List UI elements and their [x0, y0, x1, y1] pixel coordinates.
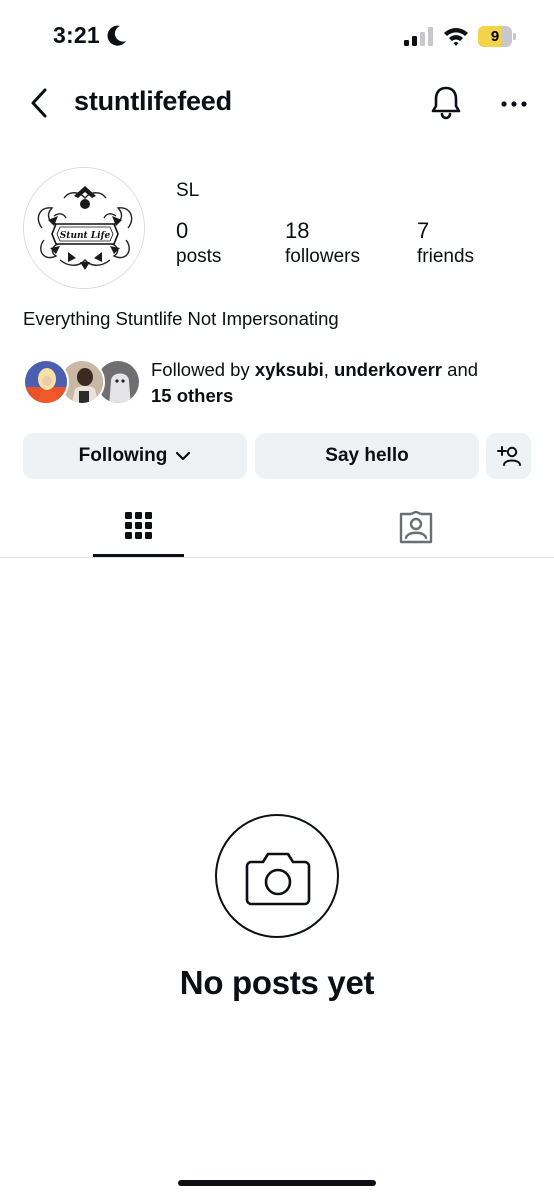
stat-followers[interactable]: 18 followers	[285, 218, 360, 270]
mutual-follower-2[interactable]: underkoverr	[334, 359, 442, 380]
say-hello-button[interactable]: Say hello	[255, 433, 479, 479]
profile-bio: Everything Stuntlife Not Impersonating	[23, 308, 339, 329]
home-indicator[interactable]	[178, 1180, 376, 1186]
posts-count: 0	[176, 218, 189, 243]
notification-bell-icon[interactable]	[428, 84, 464, 122]
more-options-icon[interactable]	[498, 92, 530, 116]
back-arrow-icon[interactable]	[26, 86, 54, 120]
wifi-icon	[444, 28, 468, 46]
profile-header: stuntlifefeed	[0, 72, 554, 134]
battery-level: 9	[490, 28, 500, 45]
mutual-followers-others[interactable]: 15 others	[151, 385, 233, 406]
empty-state-title: No posts yet	[179, 964, 375, 1001]
battery-indicator: 9	[478, 26, 516, 47]
separator: ,	[323, 359, 335, 380]
active-tab-indicator	[93, 554, 184, 557]
tab-posts-grid[interactable]	[0, 495, 277, 558]
cellular-signal-icon	[404, 27, 433, 46]
status-time: 3:21	[53, 22, 100, 48]
followers-count: 18	[285, 218, 310, 243]
empty-state-circle	[215, 814, 339, 938]
stat-friends[interactable]: 7 friends	[417, 218, 474, 270]
followers-label: followers	[285, 246, 360, 267]
say-hello-label: Say hello	[325, 445, 409, 466]
followed-by-prefix: Followed by	[151, 359, 255, 380]
friends-label: friends	[417, 246, 475, 267]
mutual-followers-avatars[interactable]	[23, 359, 141, 407]
add-user-icon	[496, 446, 521, 466]
chevron-down-icon	[176, 451, 191, 461]
camera-icon	[245, 852, 311, 906]
tagged-person-icon	[399, 511, 433, 544]
friends-count: 7	[417, 218, 430, 243]
profile-avatar[interactable]: Stunt Life	[23, 167, 145, 289]
logo-text: Stunt Life	[60, 231, 111, 241]
follower-avatar	[23, 359, 69, 405]
display-name: SL	[176, 180, 200, 201]
mutual-follower-1[interactable]: xyksubi	[255, 359, 324, 380]
following-button[interactable]: Following	[23, 433, 247, 479]
conjunction: and	[442, 359, 479, 380]
status-bar: 3:21 9	[0, 0, 554, 72]
profile-username: stuntlifefeed	[74, 86, 232, 116]
tab-tagged[interactable]	[277, 495, 554, 558]
following-label: Following	[78, 445, 168, 466]
suggested-users-button[interactable]	[486, 433, 531, 479]
followed-by-text[interactable]: Followed by xyksubi, underkoverr and 15 o…	[151, 357, 531, 409]
profile-tabs	[0, 495, 554, 558]
posts-label: posts	[176, 246, 222, 267]
stunt-life-logo: Stunt Life	[24, 168, 144, 288]
stat-posts: 0 posts	[176, 218, 221, 270]
grid-icon	[125, 512, 152, 539]
moon-icon	[107, 25, 126, 46]
